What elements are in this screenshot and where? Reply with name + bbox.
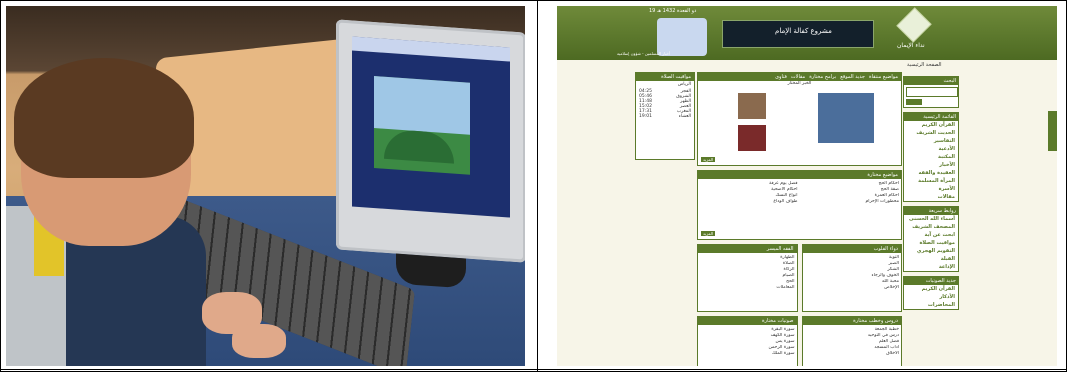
- browser-bar: [352, 36, 510, 62]
- monitor: [336, 19, 525, 289]
- latest-audio-item[interactable]: الأذكار: [904, 293, 958, 301]
- more-button[interactable]: المزيد: [701, 157, 716, 162]
- menu-item[interactable]: القرآن الكريم: [904, 121, 958, 129]
- audio-title: صوتيات مختارة: [698, 317, 797, 325]
- audio-item[interactable]: سورة الملك: [700, 351, 795, 357]
- side-tab[interactable]: [1048, 111, 1057, 151]
- home-link[interactable]: الصفحة الرئيسية: [907, 62, 942, 68]
- column-divider: [537, 0, 538, 372]
- menu-item[interactable]: التفاسير: [904, 137, 958, 145]
- menu-item[interactable]: الحديث الشريف: [904, 129, 958, 137]
- main-menu-title: القائمة الرئيسية: [904, 113, 958, 121]
- selected-topics-title: مواضيع مختارة: [698, 171, 901, 179]
- left-column: مواقيت الصلاة الرياض 04:25 الفجر 05:46 الش…: [635, 72, 695, 164]
- heart-title: دواء القلوب: [802, 245, 901, 253]
- quick-links: روابط سريعة أسماء الله الحسنى المصحف الش…: [903, 206, 959, 272]
- quick-link[interactable]: المصحف الشريف: [904, 223, 958, 231]
- tab[interactable]: جديد الموقع: [840, 74, 865, 80]
- news-thumb-1[interactable]: [738, 93, 766, 119]
- news-ticker[interactable]: أخبار المسلمين - شؤون إسلامية: [617, 51, 670, 56]
- menu-item[interactable]: العقيدة والفقه: [904, 169, 958, 177]
- quick-link[interactable]: ابحث عن آية: [904, 231, 958, 239]
- menu-item[interactable]: الأسرة: [904, 185, 958, 193]
- tab[interactable]: برامج مختارة: [809, 74, 836, 80]
- selected-topics-panel: مواضيع مختارة فضل يوم عرفة أحكام الأضحية…: [697, 170, 902, 240]
- boy-hair: [14, 58, 194, 178]
- topic-item[interactable]: محظورات الإحرام: [802, 199, 899, 205]
- latest-audio-item[interactable]: القرآن الكريم: [904, 285, 958, 293]
- menu-item[interactable]: الأدعية: [904, 145, 958, 153]
- boy-at-computer-photo: [6, 6, 525, 366]
- prayer-city[interactable]: الرياض: [636, 81, 694, 89]
- quick-link[interactable]: الإذاعة: [904, 263, 958, 271]
- menu-item[interactable]: المكتبة: [904, 153, 958, 161]
- search-title: البحث: [904, 77, 958, 85]
- topic-item[interactable]: طواف الوداع: [700, 199, 797, 205]
- fiqh-title: الفقه الميسر: [698, 245, 797, 253]
- news-title: الخبر المختار: [787, 81, 812, 86]
- featured-panel: فتاوى مقالات برامج مختارة جديد الموقع مو…: [697, 72, 902, 166]
- banner-text: مشروع كفالة الإمام: [775, 27, 832, 35]
- header-date: 19 ذو القعدة 1432 هـ: [649, 8, 697, 14]
- latest-audio-box: جديد الصوتيات القرآن الكريم الأذكار المح…: [903, 276, 959, 310]
- main-column: فتاوى مقالات برامج مختارة جديد الموقع مو…: [697, 72, 902, 366]
- quick-link[interactable]: أسماء الله الحسنى: [904, 215, 958, 223]
- quick-links-title: روابط سريعة: [904, 207, 958, 215]
- quick-link[interactable]: مواقيت الصلاة: [904, 239, 958, 247]
- fiqh-item[interactable]: المعاملات: [700, 285, 794, 291]
- right-column: البحث القائمة الرئيسية القرآن الكريم الح…: [903, 76, 959, 314]
- audio-panel: صوتيات مختارة سورة البقرة سورة الكهف سور…: [697, 316, 798, 366]
- monitor-screen: [352, 36, 510, 218]
- prayer-row: 19:01 العشاء: [639, 114, 691, 119]
- quick-link[interactable]: التقويم الهجري: [904, 247, 958, 255]
- prayer-times-title: مواقيت الصلاة: [636, 73, 694, 81]
- site-logo-text: نداء الإيمان: [897, 42, 925, 49]
- menu-item[interactable]: الأخبار: [904, 161, 958, 169]
- lesson-item[interactable]: الأخلاق: [805, 351, 899, 357]
- bottom-rule: [0, 369, 1067, 370]
- quick-link[interactable]: القبلة: [904, 255, 958, 263]
- search-button[interactable]: [906, 99, 922, 105]
- game-window: [374, 76, 470, 175]
- latest-audio-title: جديد الصوتيات: [904, 277, 958, 285]
- heart-item[interactable]: الإخلاص: [805, 285, 899, 291]
- website-screenshot: 19 ذو القعدة 1432 هـ مشروع كفالة الإمام …: [557, 6, 1057, 366]
- search-box: البحث: [903, 76, 959, 108]
- more-button[interactable]: المزيد: [701, 231, 716, 236]
- lessons-panel: دروس وخطب مختارة خطبة الجمعة درس في التو…: [801, 316, 902, 366]
- tab[interactable]: مواضيع منتقاة: [869, 74, 898, 80]
- fiqh-panel: الفقه الميسر الطهارة الصلاة الزكاة الصيا…: [697, 244, 798, 312]
- main-menu: القائمة الرئيسية القرآن الكريم الحديث ال…: [903, 112, 959, 202]
- lessons-title: دروس وخطب مختارة: [802, 317, 901, 325]
- tab[interactable]: مقالات: [791, 74, 805, 80]
- right-hand: [232, 324, 286, 358]
- site-logo-icon[interactable]: [896, 7, 932, 43]
- search-input[interactable]: [906, 87, 958, 97]
- menu-item[interactable]: المرأة المسلمة: [904, 177, 958, 185]
- news-photo[interactable]: [818, 93, 874, 143]
- featured-tabs: فتاوى مقالات برامج مختارة جديد الموقع مو…: [698, 73, 901, 81]
- prayer-times-panel: مواقيت الصلاة الرياض 04:25 الفجر 05:46 الش…: [635, 72, 695, 160]
- heart-panel: دواء القلوب التوبة الصبر الشكر الخوف وال…: [801, 244, 902, 312]
- latest-audio-item[interactable]: المحاضرات: [904, 301, 958, 309]
- menu-item[interactable]: مقالات: [904, 193, 958, 201]
- site-header: 19 ذو القعدة 1432 هـ مشروع كفالة الإمام …: [557, 6, 1057, 60]
- tab[interactable]: فتاوى: [775, 74, 787, 80]
- news-thumb-2[interactable]: [738, 125, 766, 151]
